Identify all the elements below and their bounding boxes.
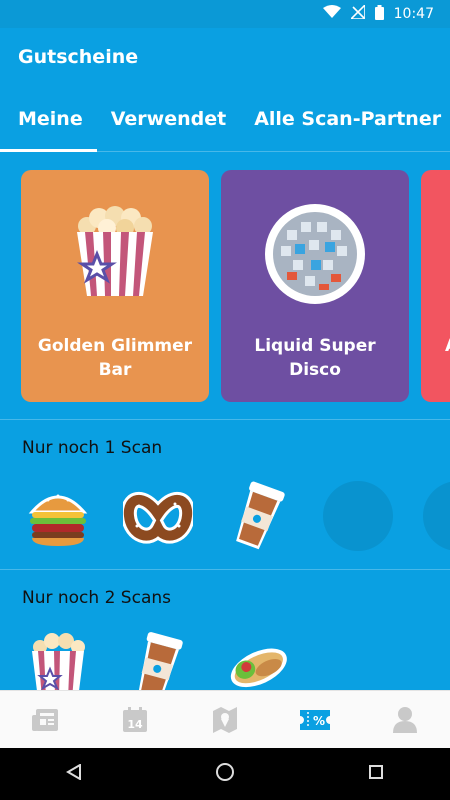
nav-profile-icon[interactable]	[375, 696, 435, 744]
system-nav-bar	[0, 748, 450, 800]
voucher-carousel[interactable]: Golden Glimmer Bar Liquid Super Disco A	[0, 152, 450, 420]
burger-icon[interactable]	[22, 480, 94, 552]
bottom-nav: 14 %	[0, 690, 450, 748]
voucher-card-partial[interactable]: A	[421, 170, 450, 402]
wifi-icon	[322, 5, 341, 23]
status-bar: 10:47	[0, 0, 450, 28]
page-title: Gutscheine	[18, 46, 139, 68]
calendar-day-number: 14	[127, 718, 143, 731]
section-title: Nur noch 1 Scan	[22, 438, 163, 458]
tab-alle-scan-partner[interactable]: Alle Scan-Partner	[254, 86, 441, 152]
voucher-card-liquid-super-disco[interactable]: Liquid Super Disco	[221, 170, 409, 402]
app-bar: Gutscheine	[0, 28, 450, 86]
empty-slot	[322, 480, 394, 552]
section-title: Nur noch 2 Scans	[22, 588, 171, 608]
nav-coupon-icon[interactable]: %	[285, 696, 345, 744]
section-two-scans-left: Nur noch 2 Scans	[0, 570, 450, 700]
no-signal-icon	[348, 3, 366, 23]
tab-verwendet[interactable]: Verwendet	[111, 86, 226, 152]
tab-bar: Meine Verwendet Alle Scan-Partner	[0, 86, 450, 152]
recents-icon[interactable]	[368, 764, 384, 784]
nav-calendar-icon[interactable]: 14	[105, 696, 165, 744]
empty-slot	[422, 480, 450, 552]
tab-meine[interactable]: Meine	[0, 86, 97, 152]
voucher-card-label: Liquid Super Disco	[254, 336, 376, 380]
voucher-card-label: Golden Glimmer Bar	[37, 336, 193, 380]
coffee-cup-icon[interactable]	[222, 480, 294, 552]
voucher-card-golden-glimmer-bar[interactable]: Golden Glimmer Bar	[21, 170, 209, 402]
coupon-glyph: %	[313, 714, 325, 728]
pretzel-icon[interactable]	[122, 480, 194, 552]
disco-ball-icon	[265, 204, 365, 304]
popcorn-icon	[65, 204, 165, 304]
back-icon[interactable]	[66, 763, 82, 784]
section-one-scan-left: Nur noch 1 Scan	[0, 420, 450, 570]
nav-news-icon[interactable]	[15, 696, 75, 744]
status-time: 10:47	[393, 6, 434, 22]
home-icon[interactable]	[215, 762, 235, 786]
nav-map-icon[interactable]	[195, 696, 255, 744]
battery-icon	[374, 4, 384, 24]
voucher-card-label: A	[445, 334, 450, 358]
